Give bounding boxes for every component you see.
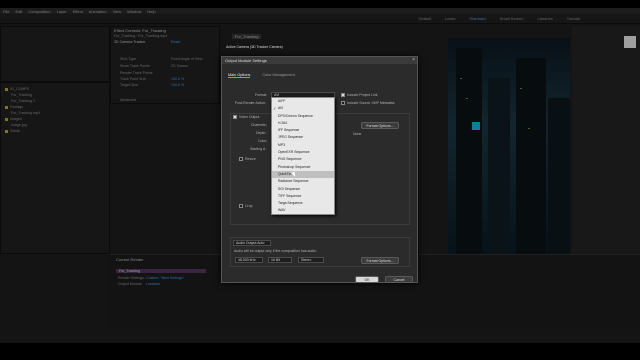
color-label: Color: — [258, 139, 268, 143]
ok-button[interactable]: OK — [355, 276, 379, 283]
audio-rate-select[interactable]: 48,000 kHz — [235, 257, 263, 263]
audio-bits-select[interactable]: 16 Bit — [268, 257, 292, 263]
channels-label: Channels: — [251, 123, 267, 127]
compression-none: None — [353, 132, 362, 136]
include-xmp-checkbox[interactable] — [341, 101, 345, 105]
audio-output-select[interactable]: Audio Output Auto — [233, 240, 271, 246]
audio-channels-select[interactable]: Stereo — [298, 257, 324, 263]
format-label: Format: — [255, 93, 268, 97]
checkmark-icon: ✓ — [273, 106, 277, 112]
include-project-link-label: Include Project Link — [347, 93, 378, 97]
format-option-highlighted[interactable]: QuickTime — [272, 170, 334, 179]
format-option[interactable]: H.264 — [272, 120, 334, 127]
post-render-label: Post-Render Action: — [235, 101, 267, 105]
format-option[interactable]: ✓ AVI — [272, 105, 334, 112]
tab-main-options[interactable]: Main Options — [228, 73, 251, 78]
cancel-button[interactable]: Cancel — [385, 276, 413, 283]
dialog-subtitle: Active Camera (3D Tracker Camera) — [226, 45, 283, 49]
format-option[interactable]: MP3 — [272, 142, 334, 149]
format-options-button[interactable]: Format Options... — [361, 122, 399, 129]
format-option[interactable]: IFF Sequence — [272, 127, 334, 134]
format-option[interactable]: Radiance Sequence — [272, 178, 334, 185]
format-option[interactable]: AIFF — [272, 98, 334, 105]
format-option[interactable]: OpenEXR Sequence — [272, 149, 334, 156]
crop-checkbox[interactable] — [239, 204, 243, 208]
audio-format-options-button[interactable]: Format Options... — [361, 257, 399, 264]
crop-label: Crop — [245, 204, 253, 208]
format-option[interactable]: PNG Sequence — [272, 156, 334, 163]
resize-label: Resize — [245, 157, 256, 161]
dialog-tabs: Main Options Color Management — [228, 73, 295, 78]
close-icon[interactable]: × — [412, 57, 415, 64]
resize-checkbox[interactable] — [239, 157, 243, 161]
format-option[interactable]: Photoshop Sequence — [272, 164, 334, 171]
dialog-title: Output Module Settings — [222, 57, 417, 64]
format-option[interactable]: DPX/Cineon Sequence — [272, 113, 334, 120]
depth-label: Depth: — [256, 131, 267, 135]
format-option[interactable]: SGI Sequence — [272, 186, 334, 193]
include-project-link-checkbox[interactable] — [341, 93, 345, 97]
format-option[interactable]: WAV — [272, 207, 334, 214]
video-output-checkbox[interactable] — [233, 115, 237, 119]
format-option[interactable]: TIFF Sequence — [272, 193, 334, 200]
audio-note: Audio will be output only if the composi… — [234, 249, 318, 253]
format-option[interactable]: JPEG Sequence — [272, 134, 334, 141]
format-dropdown-list: AIFF ✓ AVI DPX/Cineon Sequence H.264 IFF … — [271, 97, 335, 215]
tab-color-management[interactable]: Color Management — [262, 73, 294, 78]
video-output-label: Video Output — [239, 115, 260, 119]
include-xmp-label: Include Source XMP Metadata — [347, 101, 395, 105]
starting-label: Starting #: — [250, 147, 266, 151]
format-option[interactable]: Targa Sequence — [272, 200, 334, 207]
